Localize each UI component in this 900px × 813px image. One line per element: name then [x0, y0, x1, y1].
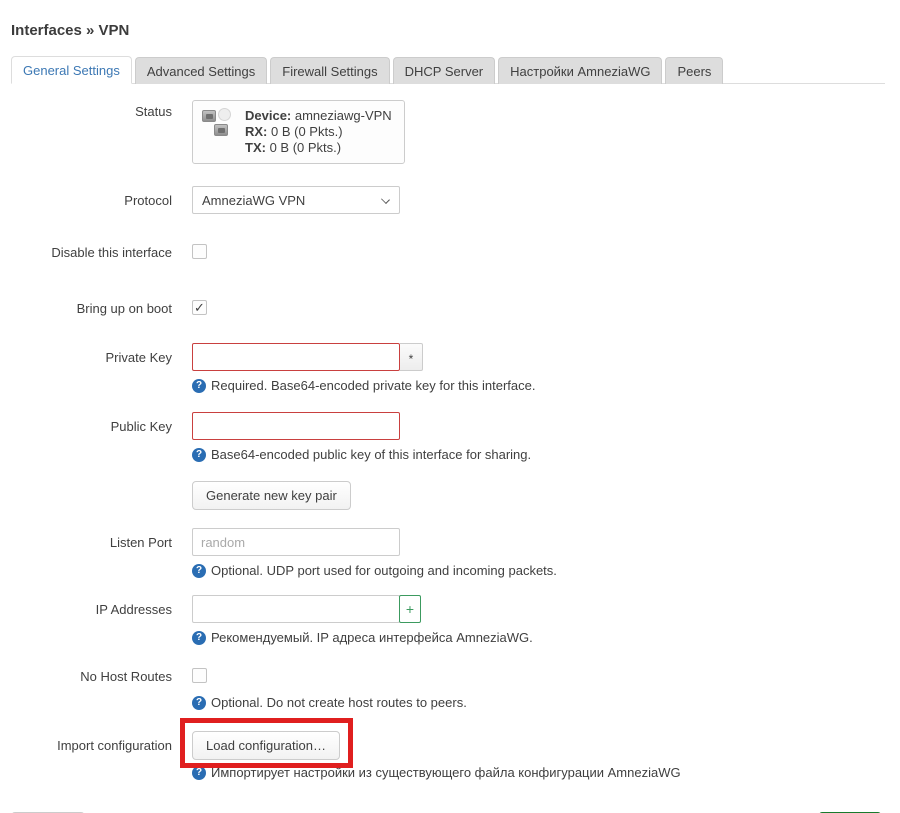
- page: Interfaces » VPN General Settings Advanc…: [0, 0, 900, 813]
- ip-addresses-help-text: Рекомендуемый. IP адреса интерфейса Amne…: [211, 630, 533, 646]
- disable-interface-checkbox[interactable]: [192, 244, 207, 259]
- bring-up-on-boot-checkbox[interactable]: ✓: [192, 300, 207, 315]
- tab-peers[interactable]: Peers: [665, 57, 723, 84]
- field-disable-interface: Disable this interface: [11, 240, 900, 264]
- load-configuration-button[interactable]: Load configuration…: [192, 731, 340, 760]
- help-icon: ?: [192, 631, 206, 645]
- listen-port-input[interactable]: [192, 528, 400, 556]
- field-import-configuration: Import configuration Load configuration……: [11, 731, 900, 781]
- tunnel-icon-globe: [218, 108, 231, 121]
- tab-firewall-settings[interactable]: Firewall Settings: [270, 57, 389, 84]
- no-host-routes-help-text: Optional. Do not create host routes to p…: [211, 695, 467, 711]
- field-generate-key-pair: Generate new key pair: [11, 481, 900, 510]
- protocol-selected-value: AmneziaWG VPN: [202, 193, 305, 208]
- help-icon: ?: [192, 564, 206, 578]
- tunnel-icon-box: [202, 110, 216, 122]
- private-key-help-text: Required. Base64-encoded private key for…: [211, 378, 535, 394]
- tunnel-icon: [201, 108, 237, 146]
- ip-addresses-label: IP Addresses: [11, 595, 192, 617]
- bring-up-on-boot-label: Bring up on boot: [11, 296, 192, 316]
- tab-amneziawg-settings[interactable]: Настройки AmneziaWG: [498, 57, 662, 84]
- field-listen-port: Listen Port ? Optional. UDP port used fo…: [11, 528, 900, 579]
- help-icon: ?: [192, 766, 206, 780]
- no-host-routes-label: No Host Routes: [11, 664, 192, 684]
- field-bring-up-on-boot: Bring up on boot ✓: [11, 296, 900, 317]
- ip-addresses-help: ? Рекомендуемый. IP адреса интерфейса Am…: [192, 630, 900, 646]
- no-host-routes-checkbox[interactable]: [192, 668, 207, 683]
- generate-key-pair-button[interactable]: Generate new key pair: [192, 481, 351, 510]
- protocol-label: Protocol: [11, 186, 192, 208]
- status-rx-line: RX: 0 B (0 Pkts.): [245, 124, 392, 140]
- general-settings-form: Status Device: amneziawg-VPN RX: 0 B (0 …: [11, 100, 900, 781]
- tab-general-settings[interactable]: General Settings: [11, 56, 132, 84]
- page-title: Interfaces » VPN: [11, 0, 900, 39]
- help-icon: ?: [192, 379, 206, 393]
- status-device-line: Device: amneziawg-VPN: [245, 108, 392, 124]
- protocol-select[interactable]: AmneziaWG VPN: [192, 186, 400, 214]
- tab-dhcp-server[interactable]: DHCP Server: [393, 57, 496, 84]
- tunnel-icon-box: [214, 124, 228, 136]
- status-tx-line: TX: 0 B (0 Pkts.): [245, 140, 392, 156]
- public-key-input[interactable]: [192, 412, 400, 440]
- status-label: Status: [11, 100, 192, 119]
- import-configuration-help-text: Импортирует настройки из существующего ф…: [211, 765, 681, 781]
- field-ip-addresses: IP Addresses + ? Рекомендуемый. IP адрес…: [11, 595, 900, 646]
- field-private-key: Private Key * ? Required. Base64-encoded…: [11, 343, 900, 394]
- checkmark-icon: ✓: [194, 300, 205, 315]
- help-icon: ?: [192, 448, 206, 462]
- listen-port-help: ? Optional. UDP port used for outgoing a…: [192, 563, 900, 579]
- import-configuration-label: Import configuration: [11, 731, 192, 753]
- public-key-help-text: Base64-encoded public key of this interf…: [211, 447, 531, 463]
- public-key-label: Public Key: [11, 412, 192, 434]
- public-key-help: ? Base64-encoded public key of this inte…: [192, 447, 900, 463]
- ip-addresses-input[interactable]: [192, 595, 400, 623]
- private-key-help: ? Required. Base64-encoded private key f…: [192, 378, 900, 394]
- field-status: Status Device: amneziawg-VPN RX: 0 B (0 …: [11, 100, 900, 164]
- tab-bar: General Settings Advanced Settings Firew…: [11, 56, 885, 84]
- listen-port-help-text: Optional. UDP port used for outgoing and…: [211, 563, 557, 579]
- chevron-down-icon: [381, 195, 390, 204]
- help-icon: ?: [192, 696, 206, 710]
- field-no-host-routes: No Host Routes ? Optional. Do not create…: [11, 664, 900, 711]
- status-box: Device: amneziawg-VPN RX: 0 B (0 Pkts.) …: [192, 100, 405, 164]
- reveal-password-button[interactable]: *: [400, 343, 423, 371]
- field-protocol: Protocol AmneziaWG VPN: [11, 186, 900, 214]
- no-host-routes-help: ? Optional. Do not create host routes to…: [192, 695, 900, 711]
- tab-advanced-settings[interactable]: Advanced Settings: [135, 57, 267, 84]
- disable-interface-label: Disable this interface: [11, 240, 192, 260]
- field-public-key: Public Key ? Base64-encoded public key o…: [11, 412, 900, 463]
- listen-port-label: Listen Port: [11, 528, 192, 550]
- add-ip-button[interactable]: +: [399, 595, 421, 623]
- status-text: Device: amneziawg-VPN RX: 0 B (0 Pkts.) …: [245, 108, 392, 156]
- import-configuration-help: ? Импортирует настройки из существующего…: [192, 765, 900, 781]
- private-key-input[interactable]: [192, 343, 400, 371]
- private-key-label: Private Key: [11, 343, 192, 365]
